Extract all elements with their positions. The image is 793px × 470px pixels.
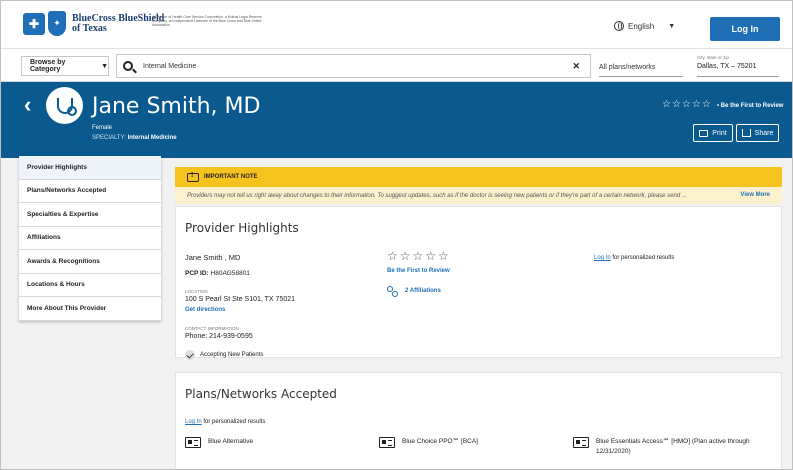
provider-banner: ‹ Jane Smith, MD Female SPECIALTY: Inter…	[1, 82, 792, 158]
section-nav: Provider Highlights Plans/Networks Accep…	[19, 156, 161, 321]
globe-icon	[614, 21, 624, 31]
sidebar-item-awards[interactable]: Awards & Recognitions	[19, 250, 161, 274]
be-first-to-review-link[interactable]: • Be the First to Review	[717, 103, 783, 109]
print-button[interactable]: Print	[693, 124, 733, 142]
affiliations-link[interactable]: 2 Affiliations	[387, 286, 441, 297]
bcbs-cross-logo-icon[interactable]: ✚	[23, 13, 45, 35]
accepting-label: Accepting New Patients	[200, 352, 264, 358]
sidebar-item-plans-networks[interactable]: Plans/Networks Accepted	[19, 180, 161, 203]
important-note-text: Providers may not tell us right away abo…	[187, 192, 687, 199]
provider-phone[interactable]: Phone: 214-939-0595	[185, 333, 253, 340]
pcp-id-value: H80AG58801	[210, 270, 250, 277]
provider-gender: Female	[92, 125, 113, 131]
search-bar: Browse by Category ▼ Internal Medicine ✕…	[1, 48, 792, 82]
plan-item: Blue Alternative	[185, 437, 375, 448]
plans-login-link[interactable]: Log In	[185, 419, 202, 425]
important-note-title: IMPORTANT NOTE	[204, 174, 258, 180]
page-frame: ✚ ✦ BlueCross BlueShield of Texas A Divi…	[0, 0, 793, 470]
section-title: Plans/Networks Accepted	[185, 387, 337, 401]
location-section-label: LOCATION	[185, 289, 208, 294]
highlight-login-suffix: for personalized results	[610, 255, 675, 261]
print-label: Print	[712, 129, 727, 137]
insurance-card-icon	[379, 437, 395, 448]
rating-stars[interactable]: ☆☆☆☆☆	[662, 99, 712, 110]
alert-message-icon	[187, 172, 199, 182]
back-chevron-icon[interactable]: ‹	[24, 94, 31, 116]
main-content: IMPORTANT NOTE Providers may not tell us…	[175, 167, 782, 469]
sidebar-item-specialties[interactable]: Specialties & Expertise	[19, 203, 161, 227]
bcbs-shield-logo-icon[interactable]: ✦	[48, 11, 66, 36]
plans-login-suffix: for personalized results	[201, 419, 266, 425]
provider-avatar	[46, 87, 83, 124]
share-icon	[741, 129, 751, 137]
provider-name: Jane Smith, MD	[92, 94, 261, 119]
search-icon	[123, 61, 133, 71]
section-title: Provider Highlights	[185, 221, 299, 235]
affiliations-label: 2 Affiliations	[405, 288, 441, 294]
plans-personalized-prompt: Log In for personalized results	[185, 419, 265, 425]
provider-specialty: SPECIALTY: Internal Medicine	[92, 135, 177, 141]
clear-search-icon[interactable]: ✕	[572, 61, 580, 72]
search-query: Internal Medicine	[143, 62, 197, 70]
check-circle-icon	[185, 350, 195, 360]
view-more-link[interactable]: View More	[740, 192, 770, 198]
language-selector[interactable]: English ▼	[614, 21, 675, 31]
stethoscope-icon	[56, 97, 77, 116]
plan-item: Blue Essentials Access℠ [HMO] (Plan acti…	[573, 437, 773, 457]
get-directions-link[interactable]: Get directions	[185, 307, 225, 313]
affiliations-network-icon	[387, 286, 398, 297]
sidebar-item-more-about[interactable]: More About This Provider	[19, 297, 161, 321]
sidebar-item-locations[interactable]: Locations & Hours	[19, 274, 161, 297]
plans-networks-select[interactable]: All plans/networks	[599, 59, 683, 77]
pcp-id: PCP ID: H80AG58801	[185, 270, 250, 277]
personalized-results-prompt: Log In for personalized results	[594, 255, 674, 261]
plan-item: Blue Choice PPO℠ [BCA]	[379, 437, 569, 448]
provider-address: 100 S Pearl St Ste S101, TX 75021	[185, 296, 296, 303]
top-header: ✚ ✦ BlueCross BlueShield of Texas A Divi…	[1, 1, 792, 48]
search-input[interactable]: Internal Medicine ✕	[116, 54, 591, 78]
location-input[interactable]: Dallas, TX – 75201	[697, 63, 779, 77]
chevron-down-icon: ▼	[101, 62, 108, 70]
sidebar-item-provider-highlights[interactable]: Provider Highlights	[19, 156, 161, 180]
provider-highlights-card: Provider Highlights Jane Smith , MD PCP …	[175, 206, 782, 360]
specialty-value: Internal Medicine	[127, 135, 177, 141]
accepting-patients-status: Accepting New Patients	[185, 350, 263, 360]
brand-disclaimer: A Division of Health Care Service Corpor…	[152, 15, 262, 27]
contact-section-label: CONTACT INFORMATION	[185, 326, 239, 331]
chevron-down-icon: ▼	[668, 22, 676, 30]
important-note-header: IMPORTANT NOTE	[175, 167, 782, 187]
plan-label: Blue Alternative	[208, 438, 254, 445]
browse-label: Browse by Category	[30, 59, 66, 73]
insurance-card-icon	[185, 437, 201, 448]
share-label: Share	[754, 129, 774, 137]
highlight-login-link[interactable]: Log In	[594, 255, 611, 261]
brand-line2: of Texas	[72, 23, 107, 34]
brand-name[interactable]: BlueCross BlueShield of Texas	[72, 14, 164, 34]
share-button[interactable]: Share	[736, 124, 779, 142]
highlight-rating-stars[interactable]: ☆☆☆☆☆	[387, 249, 451, 263]
highlight-review-link[interactable]: Be the First to Review	[387, 268, 450, 274]
pcp-id-label: PCP ID:	[185, 270, 209, 277]
login-button[interactable]: Log In	[710, 17, 780, 41]
location-label: City, state or zip	[697, 55, 729, 60]
printer-icon	[699, 129, 709, 137]
important-note-body: Providers may not tell us right away abo…	[175, 187, 782, 204]
language-label: English	[628, 21, 655, 31]
sidebar-item-affiliations[interactable]: Affiliations	[19, 227, 161, 250]
plan-label: Blue Essentials Access℠ [HMO] (Plan acti…	[596, 438, 750, 455]
plans-networks-card: Plans/Networks Accepted Log In for perso…	[175, 372, 782, 469]
plan-label: Blue Choice PPO℠ [BCA]	[402, 438, 478, 445]
browse-by-category-dropdown[interactable]: Browse by Category ▼	[21, 56, 109, 76]
highlight-provider-name: Jane Smith , MD	[185, 253, 241, 262]
specialty-label: SPECIALTY:	[92, 135, 126, 141]
insurance-card-icon	[573, 437, 589, 448]
